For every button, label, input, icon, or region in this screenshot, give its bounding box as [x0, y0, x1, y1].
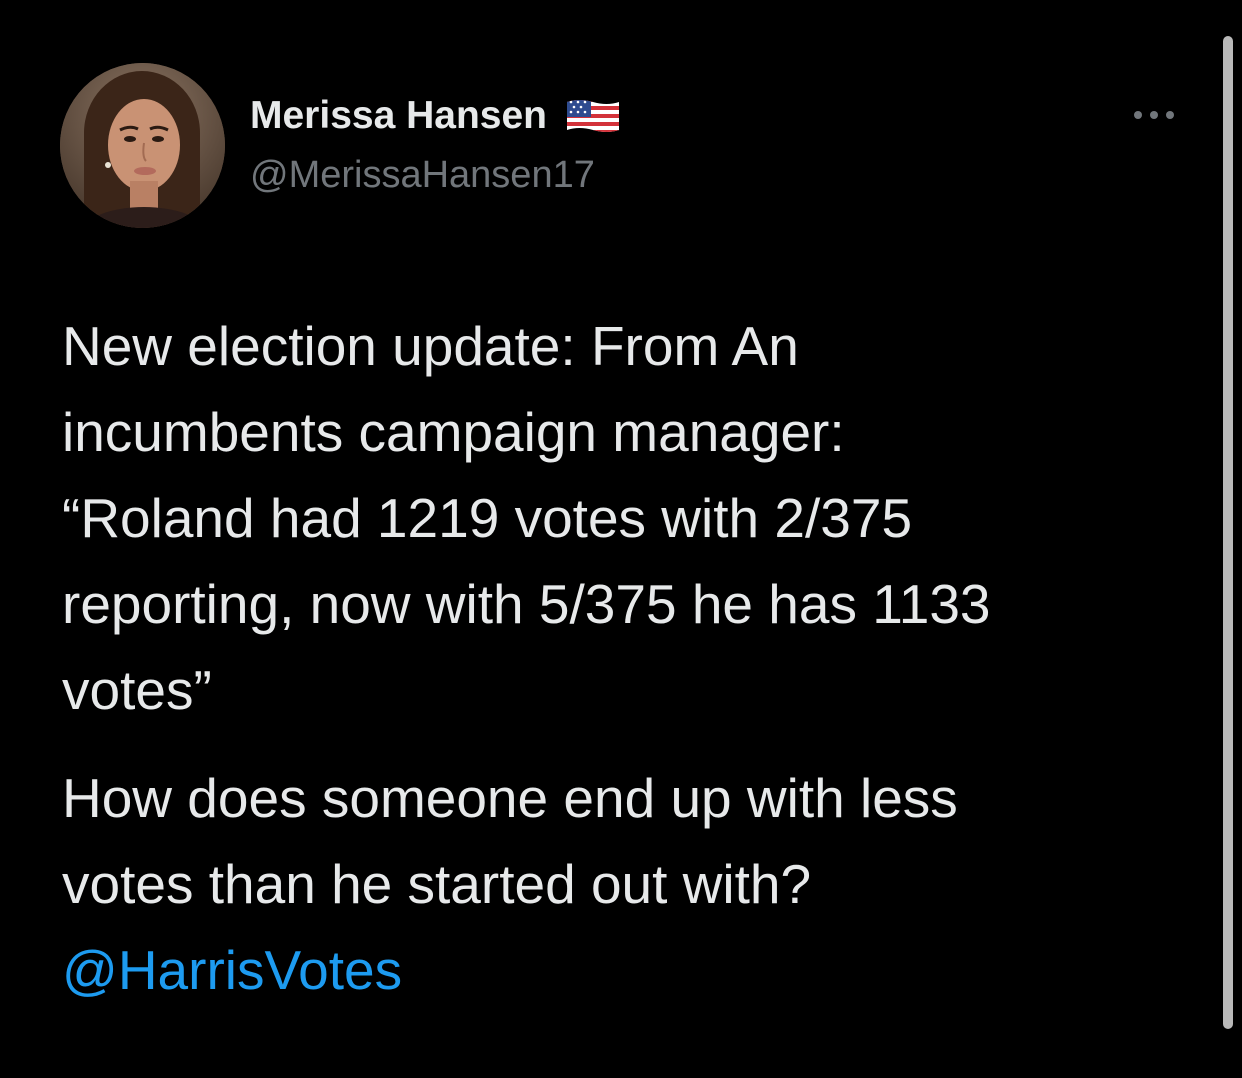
avatar-photo [60, 63, 225, 228]
scrollbar[interactable] [1223, 36, 1233, 1029]
tweet-text: New election update: From An incumbents … [62, 303, 1202, 1013]
mention-link[interactable]: @HarrisVotes [62, 939, 402, 1001]
tweet-paragraph: New election update: From An incumbents … [62, 315, 991, 721]
author-handle[interactable]: @MerissaHansen17 [250, 150, 595, 200]
author-display-name: Merissa Hansen [250, 94, 547, 137]
avatar[interactable] [60, 63, 225, 228]
us-flag-icon [565, 96, 621, 136]
tweet-paragraph-text: How does someone end up with less votes … [62, 767, 958, 915]
more-dots-icon[interactable] [1128, 100, 1180, 130]
author-name[interactable]: Merissa Hansen [250, 90, 621, 142]
tweet-paragraph: How does someone end up with less votes … [62, 755, 1202, 1013]
